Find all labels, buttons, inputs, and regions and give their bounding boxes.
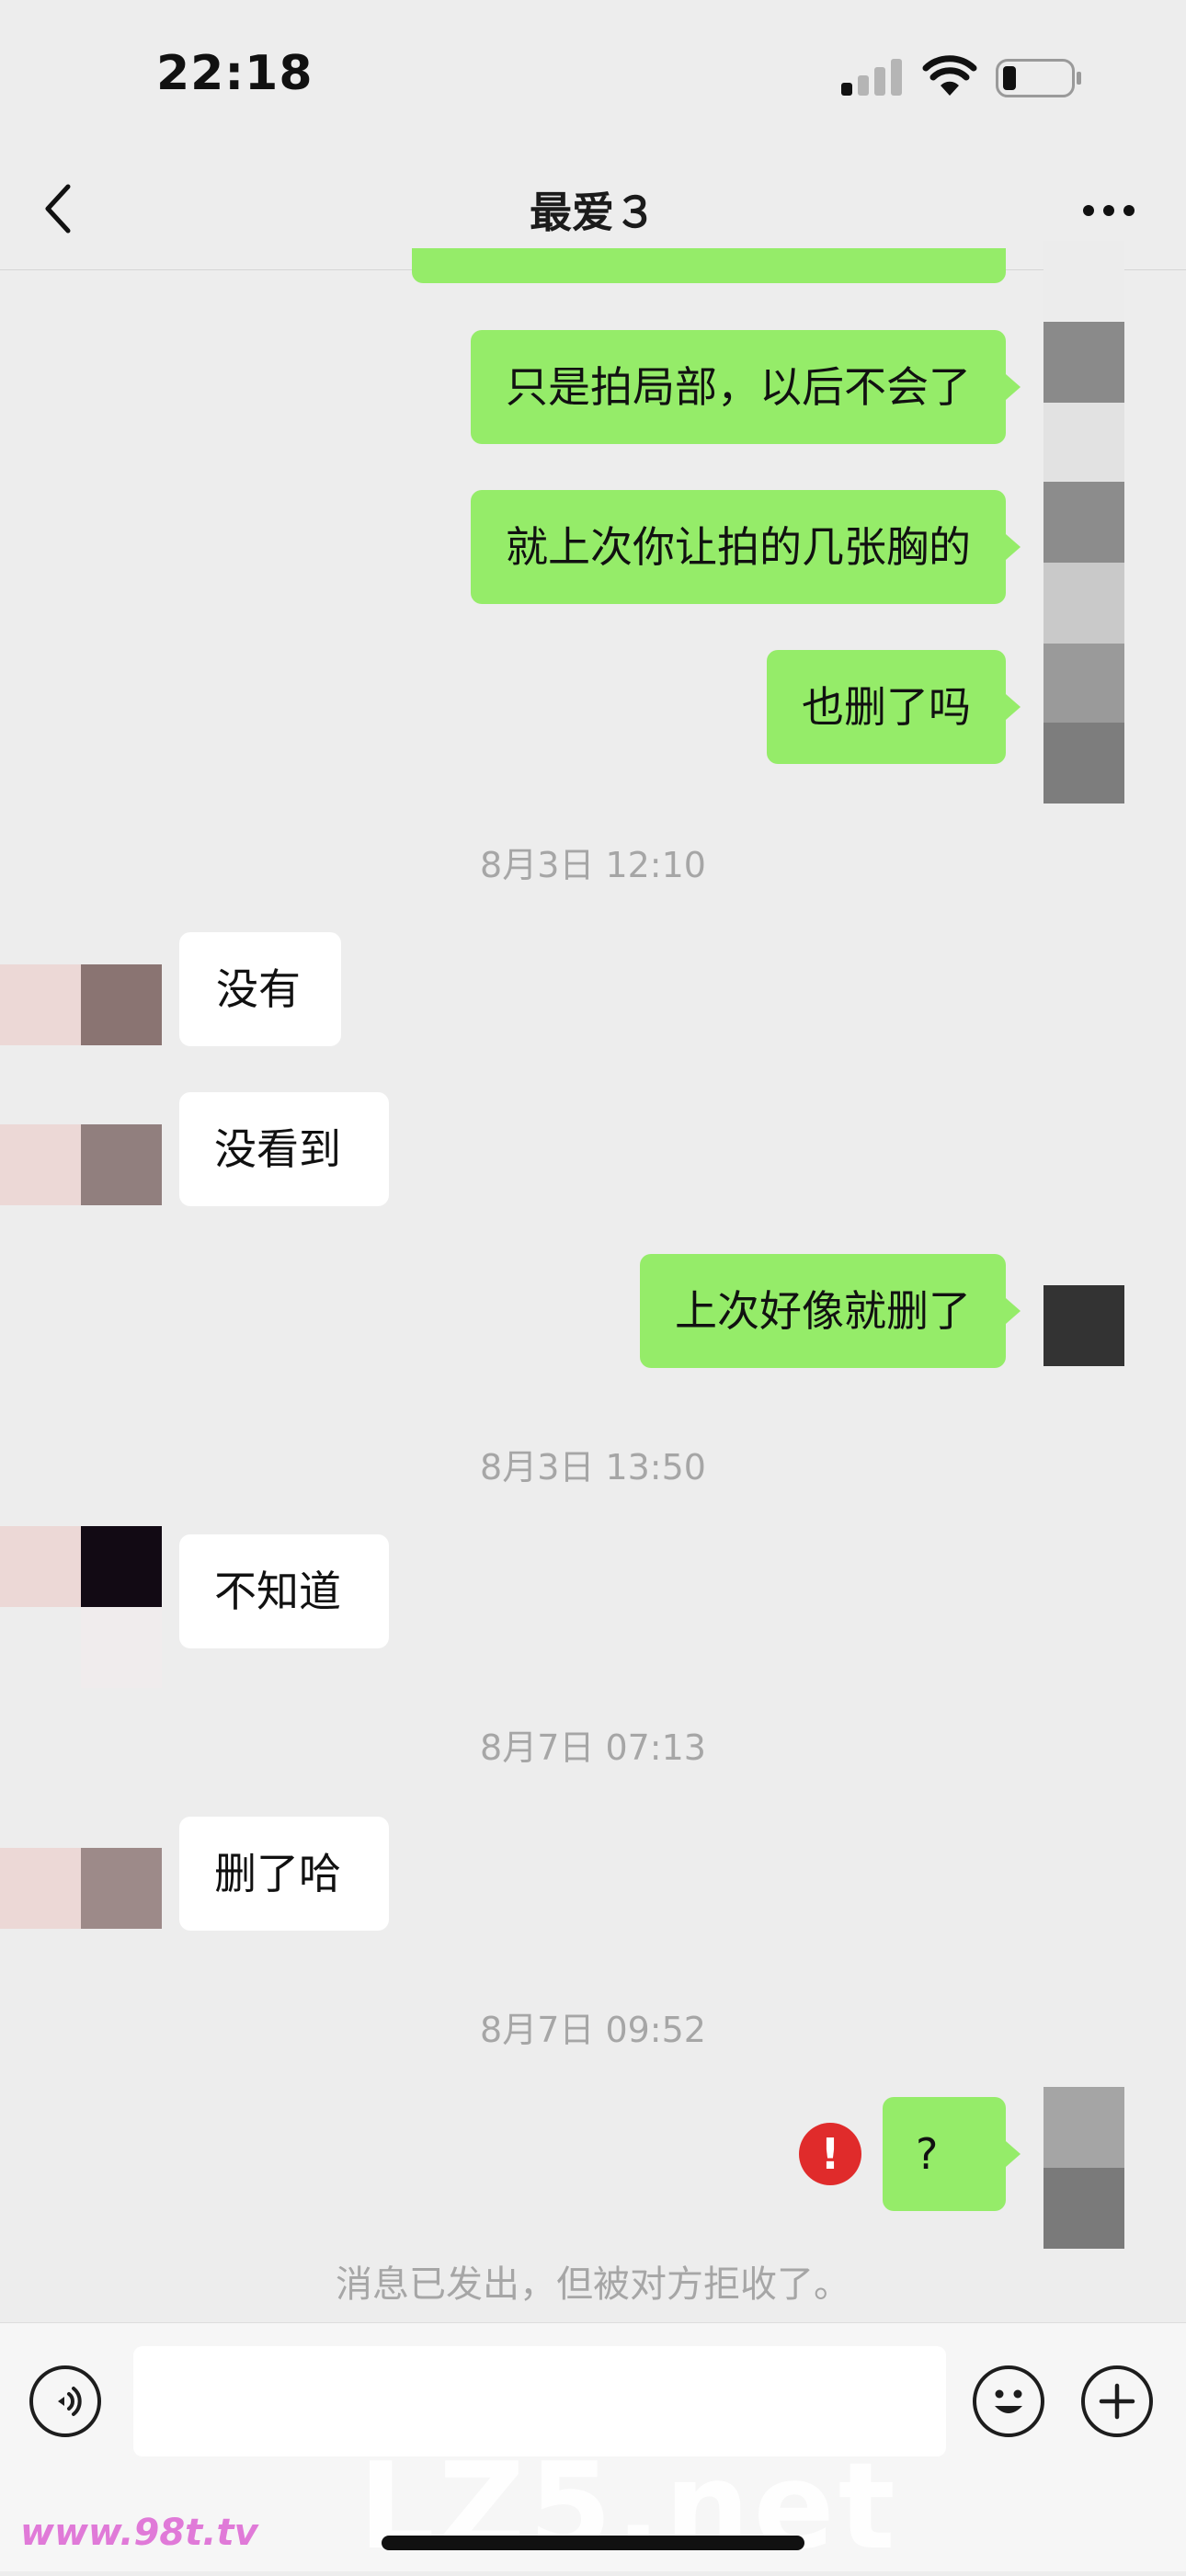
error-icon[interactable]: ! [799,2123,861,2185]
bubble-tail [1006,2141,1021,2167]
bubble-tail [1006,534,1021,560]
avatar[interactable] [0,964,81,1045]
avatar[interactable] [0,1526,81,1607]
avatar[interactable] [81,1124,162,1205]
message-bubble-received[interactable]: 不知道 [179,1534,389,1648]
avatar[interactable] [81,1848,162,1929]
message-text: 上次好像就删了 [675,1286,971,1336]
message-text: 只是拍局部，以后不会了 [506,362,971,412]
message-bubble-received[interactable]: 删了哈 [179,1817,389,1931]
bubble-tail [1006,374,1021,400]
bubble-tail [1006,694,1021,720]
watermark: LZ5.net [359,2436,899,2576]
avatar[interactable] [1043,723,1124,804]
more-dots-icon[interactable] [1081,201,1136,220]
battery-icon [996,59,1081,97]
voice-icon[interactable] [29,2365,101,2437]
avatar[interactable] [1043,482,1124,563]
avatar[interactable] [0,1848,81,1929]
message-text: ? [916,2129,939,2179]
message-bubble-sent[interactable]: 上次好像就删了 [640,1254,1006,1368]
cellular-signal-icon [841,57,902,96]
avatar[interactable] [1043,563,1124,644]
timestamp: 8月7日 07:13 [480,1727,706,1768]
plus-icon[interactable] [1081,2365,1153,2437]
message-bubble-partial [412,248,1006,283]
wifi-icon [922,55,977,96]
avatar[interactable] [81,1526,162,1607]
avatar[interactable] [1043,644,1124,724]
message-bubble-sent[interactable]: 也删了吗 [767,650,1006,764]
message-text: 没看到 [214,1124,341,1174]
status-time: 22:18 [156,46,314,101]
message-text: 就上次你让拍的几张胸的 [506,522,971,572]
message-text: 也删了吗 [802,682,971,732]
avatar[interactable] [1043,1285,1124,1366]
timestamp: 8月3日 12:10 [480,845,706,885]
message-bubble-sent[interactable]: 只是拍局部，以后不会了 [471,330,1006,444]
home-indicator [382,2536,804,2550]
avatar[interactable] [1043,2087,1124,2168]
avatar[interactable] [81,1607,162,1688]
avatar[interactable] [1043,322,1124,403]
message-text: 没有 [216,964,301,1014]
rejection-notice: 消息已发出，但被对方拒收了。 [336,2263,850,2306]
message-bubble-sent[interactable]: ? [883,2097,1006,2211]
avatar[interactable] [81,964,162,1045]
avatar[interactable] [1043,403,1124,484]
watermark-site: www.98t.tv [20,2512,258,2554]
avatar[interactable] [1043,2168,1124,2249]
bubble-tail [1006,1298,1021,1324]
message-text: 删了哈 [214,1849,341,1898]
emoji-icon[interactable] [973,2365,1044,2437]
message-text: 不知道 [214,1567,341,1616]
message-bubble-sent[interactable]: 就上次你让拍的几张胸的 [471,490,1006,604]
timestamp: 8月7日 09:52 [480,2010,706,2050]
message-bubble-received[interactable]: 没看到 [179,1092,389,1206]
message-bubble-received[interactable]: 没有 [179,932,341,1046]
chat-title: 最爱３ [530,188,656,237]
avatar[interactable] [1043,241,1124,320]
timestamp: 8月3日 13:50 [480,1447,706,1487]
avatar[interactable] [0,1124,81,1205]
